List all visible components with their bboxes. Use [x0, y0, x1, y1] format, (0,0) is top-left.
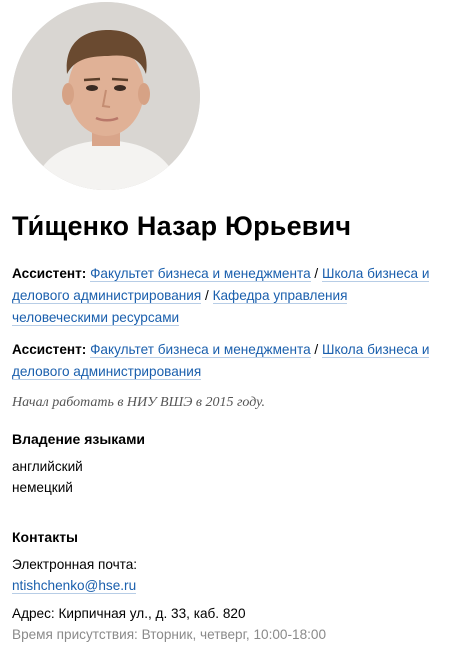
email-link[interactable]: ntishchenko@hse.ru: [12, 578, 137, 594]
person-name: Ти́щенко Назар Юрьевич: [12, 211, 352, 241]
separator: /: [310, 342, 322, 357]
languages-list: английский немецкий: [12, 456, 83, 498]
address-text: Адрес: Кирпичная ул., д. 33, каб. 820: [12, 606, 246, 621]
link-faculty[interactable]: Факультет бизнеса и менеджмента: [90, 342, 311, 358]
position-entry: Ассистент: Факультет бизнеса и менеджмен…: [12, 339, 444, 383]
separator: /: [310, 266, 322, 281]
profile-page: Ти́щенко Назар Юрьевич Ассистент: Факуль…: [0, 0, 453, 652]
position-title: Ассистент:: [12, 342, 87, 357]
contacts-heading: Контакты: [12, 529, 79, 545]
contacts-block: Электронная почта: ntishchenko@hse.ru Ад…: [12, 554, 444, 645]
avatar: [12, 2, 200, 190]
office-hours-text: Время присутствия: Вторник, четверг, 10:…: [12, 627, 327, 642]
separator: /: [201, 288, 213, 303]
profile-photo: [12, 2, 200, 190]
link-faculty[interactable]: Факультет бизнеса и менеджмента: [90, 266, 311, 282]
position-entry: Ассистент: Факультет бизнеса и менеджмен…: [12, 263, 444, 329]
positions-list: Ассистент: Факультет бизнеса и менеджмен…: [12, 263, 444, 393]
language-item: немецкий: [12, 480, 73, 495]
languages-heading: Владение языками: [12, 431, 146, 447]
employment-start-note: Начал работать в НИУ ВШЭ в 2015 году.: [12, 395, 265, 410]
email-label: Электронная почта:: [12, 557, 138, 572]
position-title: Ассистент:: [12, 266, 87, 281]
language-item: английский: [12, 459, 83, 474]
